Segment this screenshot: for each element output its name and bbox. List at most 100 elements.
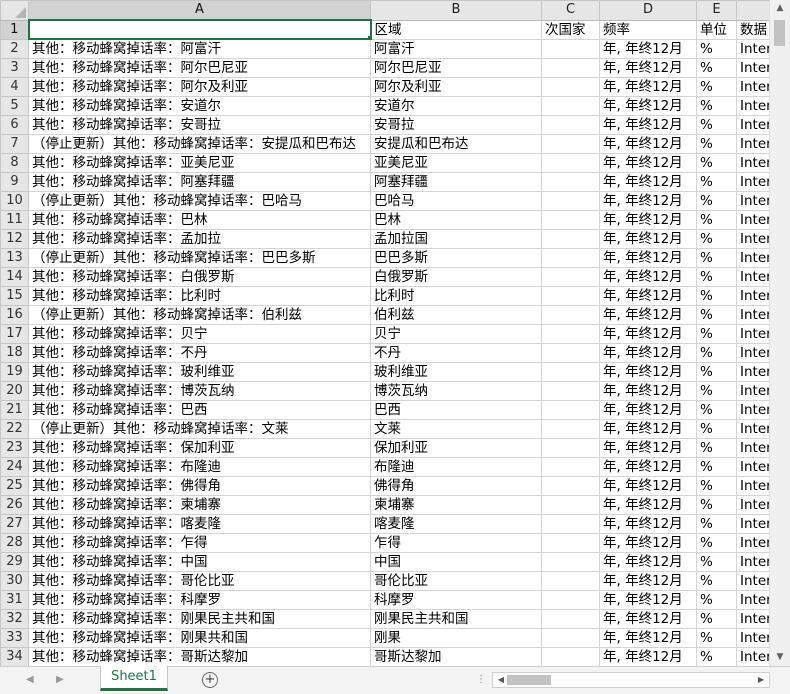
cell[interactable]: （停止更新）其他：移动蜂窝掉话率：伯利兹 [28, 305, 371, 325]
cell[interactable]: 文莱 [370, 419, 542, 439]
cell[interactable]: Inter [736, 571, 769, 591]
cell[interactable]: % [696, 267, 737, 287]
cell[interactable] [541, 343, 600, 363]
column-header[interactable]: E [696, 0, 737, 21]
cell[interactable]: % [696, 343, 737, 363]
cell[interactable] [541, 609, 600, 629]
cell[interactable]: 安道尔 [370, 96, 542, 116]
row-header[interactable]: 21 [0, 400, 29, 420]
cell[interactable]: 巴西 [370, 400, 542, 420]
cell[interactable]: 年, 年终12月 [599, 590, 697, 610]
cell[interactable]: Inter [736, 476, 769, 496]
cell[interactable]: Inter [736, 552, 769, 572]
cell[interactable]: 其他：移动蜂窝掉话率：玻利维亚 [28, 362, 371, 382]
select-all-corner[interactable] [0, 0, 29, 21]
cell[interactable]: 其他：移动蜂窝掉话率：安道尔 [28, 96, 371, 116]
cell[interactable]: 中国 [370, 552, 542, 572]
row-header[interactable]: 16 [0, 305, 29, 325]
cell[interactable]: 年, 年终12月 [599, 514, 697, 534]
scroll-down-icon[interactable]: ▼ [770, 649, 790, 666]
cell[interactable]: 其他：移动蜂窝掉话率：科摩罗 [28, 590, 371, 610]
cell[interactable]: 其他：移动蜂窝掉话率：乍得 [28, 533, 371, 553]
spreadsheet-grid[interactable]: A B C D E 1 区域 次国家 频率 单位 数据 2 其他：移动蜂窝掉话率：阿富汗 阿富汗 年, 年终… [0, 0, 769, 666]
cell[interactable]: 阿尔巴尼亚 [370, 58, 542, 78]
cell[interactable]: 年, 年终12月 [599, 552, 697, 572]
cell[interactable]: 其他：移动蜂窝掉话率：哥伦比亚 [28, 571, 371, 591]
cell[interactable] [541, 115, 600, 135]
cell[interactable]: 年, 年终12月 [599, 381, 697, 401]
cell[interactable]: 科摩罗 [370, 590, 542, 610]
row-header[interactable]: 5 [0, 96, 29, 116]
cell[interactable]: 年, 年终12月 [599, 38, 697, 59]
cell[interactable]: 年, 年终12月 [599, 96, 697, 116]
cell[interactable]: 年, 年终12月 [599, 533, 697, 553]
cell[interactable]: 博茨瓦纳 [370, 381, 542, 401]
sheet-tab-sheet1[interactable]: Sheet1 [100, 666, 168, 691]
row-header[interactable]: 6 [0, 115, 29, 135]
row-header[interactable]: 7 [0, 134, 29, 154]
row-header[interactable]: 29 [0, 552, 29, 572]
cell[interactable]: （停止更新）其他：移动蜂窝掉话率：巴巴多斯 [28, 248, 371, 268]
previous-sheet-icon[interactable]: ◀ [26, 672, 34, 688]
cell[interactable]: 年, 年终12月 [599, 609, 697, 629]
cell[interactable]: Inter [736, 305, 769, 325]
cell[interactable]: 其他：移动蜂窝掉话率：阿塞拜疆 [28, 172, 371, 192]
cell[interactable]: 哥斯达黎加 [370, 647, 542, 666]
cell[interactable]: % [696, 77, 737, 97]
cell[interactable] [541, 590, 600, 610]
row-header[interactable]: 17 [0, 324, 29, 344]
row-header[interactable]: 3 [0, 58, 29, 78]
row-header[interactable]: 2 [0, 38, 29, 59]
cell[interactable]: % [696, 286, 737, 306]
cell[interactable]: % [696, 38, 737, 59]
cell[interactable] [541, 362, 600, 382]
cell[interactable]: 年, 年终12月 [599, 495, 697, 515]
cell[interactable] [541, 286, 600, 306]
cell[interactable]: 喀麦隆 [370, 514, 542, 534]
cell[interactable]: （停止更新）其他：移动蜂窝掉话率：安提瓜和巴布达 [28, 134, 371, 154]
row-header[interactable]: 12 [0, 229, 29, 249]
cell[interactable]: 年, 年终12月 [599, 248, 697, 268]
cell[interactable]: 巴哈马 [370, 191, 542, 211]
row-header[interactable]: 28 [0, 533, 29, 553]
row-header[interactable]: 26 [0, 495, 29, 515]
cell[interactable] [541, 628, 600, 648]
cell[interactable]: Inter [736, 343, 769, 363]
cell[interactable] [541, 305, 600, 325]
row-header[interactable]: 34 [0, 647, 29, 666]
cell[interactable]: % [696, 210, 737, 230]
row-header[interactable]: 32 [0, 609, 29, 629]
row-header[interactable]: 25 [0, 476, 29, 496]
cell[interactable]: 年, 年终12月 [599, 324, 697, 344]
cell[interactable]: 阿富汗 [370, 38, 542, 59]
column-header[interactable]: A [28, 0, 371, 21]
cell[interactable] [541, 552, 600, 572]
cell[interactable]: 乍得 [370, 533, 542, 553]
vertical-scrollbar[interactable]: ▲ ▼ [769, 0, 790, 666]
cell[interactable]: Inter [736, 248, 769, 268]
row-header[interactable]: 31 [0, 590, 29, 610]
cell[interactable]: 其他：移动蜂窝掉话率：喀麦隆 [28, 514, 371, 534]
cell[interactable]: 频率 [599, 19, 697, 40]
cell[interactable]: 年, 年终12月 [599, 362, 697, 382]
cell[interactable]: % [696, 96, 737, 116]
cell[interactable]: 其他：移动蜂窝掉话率：布隆迪 [28, 457, 371, 477]
cell[interactable] [541, 419, 600, 439]
cell[interactable] [541, 77, 600, 97]
cell[interactable]: 比利时 [370, 286, 542, 306]
cell[interactable] [541, 96, 600, 116]
cell[interactable] [541, 438, 600, 458]
cell[interactable] [541, 400, 600, 420]
cell[interactable]: % [696, 609, 737, 629]
row-header[interactable]: 30 [0, 571, 29, 591]
cell[interactable]: Inter [736, 77, 769, 97]
cell[interactable]: 刚果 [370, 628, 542, 648]
cell[interactable]: 贝宁 [370, 324, 542, 344]
cell[interactable]: 柬埔寨 [370, 495, 542, 515]
cell[interactable]: Inter [736, 609, 769, 629]
cell[interactable]: Inter [736, 153, 769, 173]
cell[interactable]: 年, 年终12月 [599, 267, 697, 287]
cell[interactable]: 伯利兹 [370, 305, 542, 325]
fill-handle[interactable] [366, 35, 369, 37]
cell[interactable] [541, 153, 600, 173]
